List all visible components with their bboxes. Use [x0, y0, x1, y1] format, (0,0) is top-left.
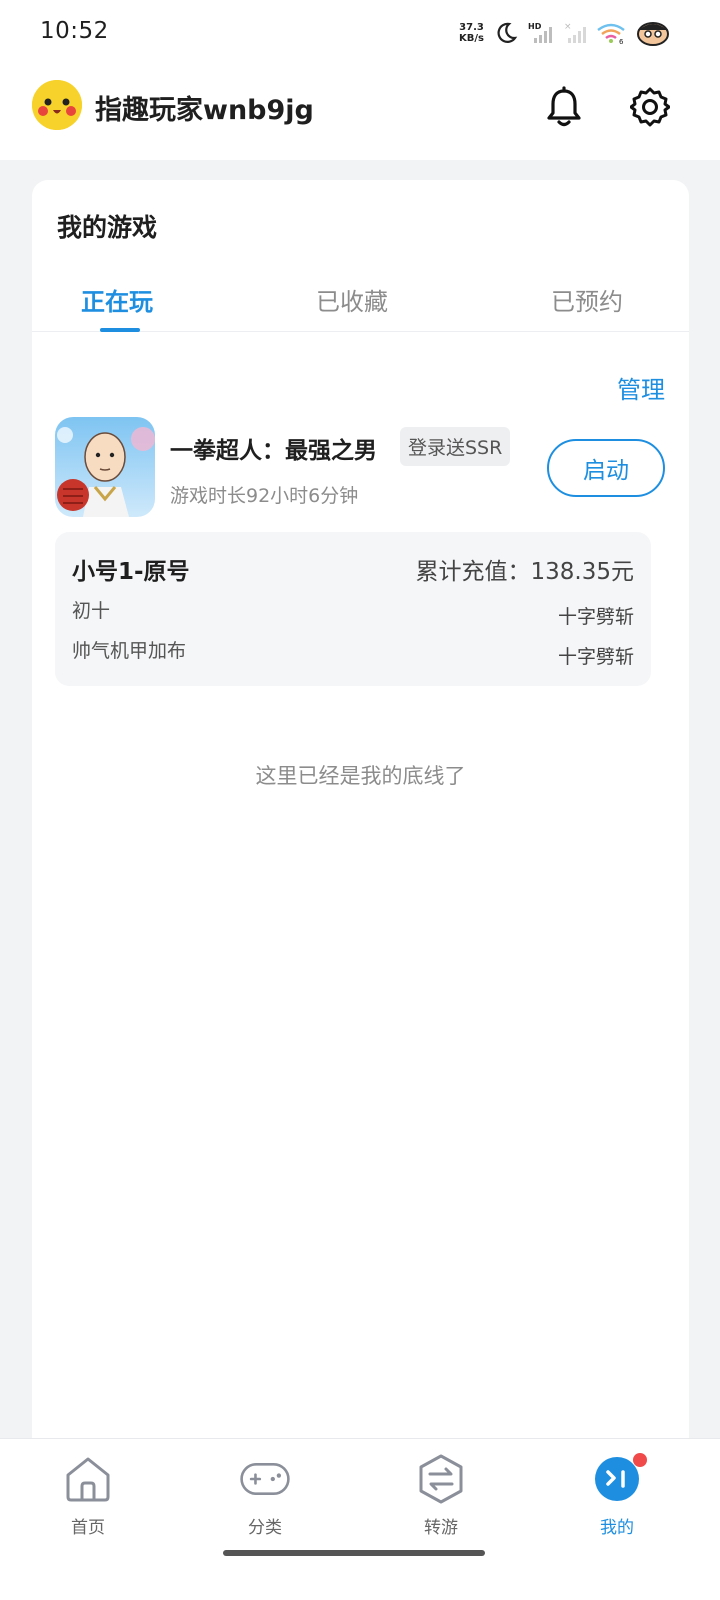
tab-favorites[interactable]: 已收藏 [316, 282, 388, 317]
net-speed: 37.3 KB/s [459, 22, 484, 44]
notification-button[interactable] [544, 86, 584, 128]
hd-signal-icon: HD [528, 22, 552, 43]
account-name: 小号1-原号 [72, 559, 190, 585]
svg-text:HD: HD [528, 22, 542, 31]
my-games-card: 我的游戏 正在玩 已收藏 已预约 管理 一拳超人：最强之男 登录送SSR 游戏时… [32, 180, 689, 1470]
role-server: 十字劈斩 [557, 606, 634, 628]
nav-home[interactable]: 首页 [28, 1453, 148, 1538]
tab-playing[interactable]: 正在玩 [81, 282, 153, 317]
signal-icon: × [564, 22, 586, 43]
nav-label: 首页 [71, 1518, 105, 1538]
status-bar: 10:52 37.3 KB/s HD × 6 [0, 0, 720, 64]
tab-reserved[interactable]: 已预约 [551, 282, 623, 317]
gear-icon [629, 87, 671, 127]
bell-icon [547, 86, 581, 127]
wifi-icon: 6 [597, 23, 625, 45]
nav-label: 我的 [600, 1518, 634, 1538]
status-time: 10:52 [40, 18, 109, 44]
svg-text:×: × [564, 22, 572, 32]
card-title: 我的游戏 [57, 213, 158, 242]
game-playtime: 游戏时长92小时6分钟 [170, 485, 359, 507]
home-icon [66, 1457, 110, 1502]
role-name: 帅气机甲加布 [72, 640, 187, 662]
game-tabs: 正在玩 已收藏 已预约 [32, 266, 689, 332]
settings-button[interactable] [629, 86, 671, 128]
role-row: 帅气机甲加布 十字劈斩 [72, 636, 634, 668]
svg-text:6: 6 [619, 38, 624, 45]
nav-transfer[interactable]: 转游 [381, 1453, 501, 1538]
active-tab-indicator [100, 328, 140, 332]
pikachu-avatar-icon [32, 80, 82, 130]
game-promo-tag: 登录送SSR [400, 427, 511, 466]
role-name: 初十 [72, 600, 111, 622]
bottom-tab-bar: 首页 分类 转游 我的 [0, 1438, 720, 1600]
profile-header: 指趣玩家wnb9jg [0, 64, 720, 160]
one-punch-man-icon [55, 417, 155, 517]
role-row: 初十 十字劈斩 [72, 596, 634, 628]
status-icons: 37.3 KB/s HD × 6 [459, 18, 670, 48]
avatar[interactable] [32, 80, 82, 130]
avatar-badge-icon [637, 22, 669, 46]
notification-dot [633, 1453, 647, 1467]
nav-label: 转游 [424, 1518, 458, 1538]
game-name[interactable]: 一拳超人：最强之男 [170, 431, 377, 465]
moon-icon [497, 22, 518, 43]
transfer-icon [419, 1454, 463, 1504]
home-indicator[interactable] [223, 1550, 485, 1556]
game-icon[interactable] [55, 417, 155, 517]
net-speed-value: 37.3 [459, 22, 484, 33]
manage-button[interactable]: 管理 [617, 370, 665, 405]
username[interactable]: 指趣玩家wnb9jg [95, 88, 314, 127]
launch-button[interactable]: 启动 [547, 439, 665, 497]
nav-mine[interactable]: 我的 [557, 1453, 677, 1538]
end-of-list-text: 这里已经是我的底线了 [255, 764, 466, 788]
net-speed-unit: KB/s [459, 33, 484, 44]
account-recharge: 累计充值：138.35元 [415, 559, 634, 585]
game-item[interactable]: 一拳超人：最强之男 登录送SSR 游戏时长92小时6分钟 启动 [55, 417, 665, 519]
nav-category[interactable]: 分类 [205, 1453, 325, 1538]
role-server: 十字劈斩 [557, 646, 634, 668]
nav-label: 分类 [248, 1518, 282, 1538]
account-info[interactable]: 小号1-原号 累计充值：138.35元 初十 十字劈斩 帅气机甲加布 十字劈斩 [55, 532, 651, 686]
gamepad-icon [240, 1462, 290, 1496]
